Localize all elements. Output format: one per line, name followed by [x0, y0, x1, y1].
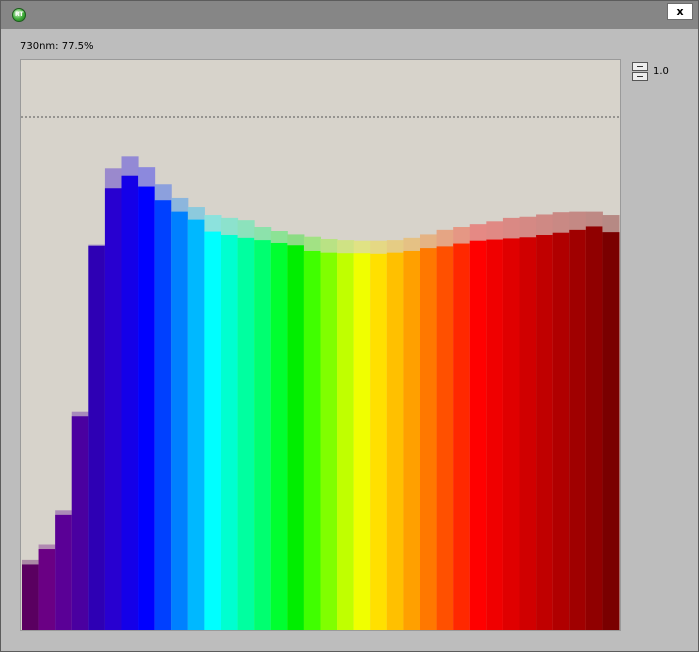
spectrum-bar-380nm[interactable]: [22, 564, 40, 630]
spectrum-bar-700nm[interactable]: [552, 232, 570, 630]
spectrum-bar-590nm[interactable]: [370, 253, 388, 630]
spectrum-chart: [21, 116, 620, 630]
spectrum-bar-540nm[interactable]: [287, 245, 305, 630]
spectrum-bar-530nm[interactable]: [270, 242, 288, 630]
app-icon-text: RT: [15, 11, 24, 18]
spectrum-bar-500nm[interactable]: [221, 234, 239, 630]
spectrum-bar-630nm[interactable]: [436, 246, 454, 630]
spectrum-bar-570nm[interactable]: [337, 253, 355, 630]
spectrum-bar-710nm[interactable]: [569, 229, 587, 630]
spectrum-bar-430nm[interactable]: [104, 188, 122, 630]
spectrum-bar-420nm[interactable]: [88, 245, 106, 630]
spectrum-bar-550nm[interactable]: [303, 250, 321, 630]
spectrum-bar-650nm[interactable]: [469, 240, 487, 630]
scale-down-button[interactable]: [632, 72, 648, 81]
spectrum-bar-400nm[interactable]: [55, 514, 73, 630]
spectrum-bar-470nm[interactable]: [171, 211, 189, 630]
spectrum-bar-440nm[interactable]: [121, 175, 139, 630]
wavelength-readout: 730nm: 77.5%: [20, 41, 94, 52]
spectrum-bar-510nm[interactable]: [237, 237, 255, 630]
spectrum-bar-480nm[interactable]: [187, 219, 205, 630]
scale-value-label: 1.0: [653, 66, 669, 77]
close-button[interactable]: x: [667, 3, 693, 20]
spectrum-bar-600nm[interactable]: [386, 252, 404, 630]
spectrum-bar-490nm[interactable]: [204, 231, 222, 630]
rt-app-icon: RT: [12, 8, 26, 22]
spectrum-bar-580nm[interactable]: [353, 253, 371, 630]
scale-up-button[interactable]: [632, 62, 648, 71]
spectrum-bar-520nm[interactable]: [254, 240, 272, 630]
spectrum-bar-410nm[interactable]: [71, 416, 89, 630]
spectrum-bar-450nm[interactable]: [138, 186, 156, 630]
spectrum-bar-390nm[interactable]: [38, 549, 56, 630]
spectrum-bar-730nm[interactable]: [602, 232, 620, 630]
spectrum-bar-460nm[interactable]: [154, 200, 172, 630]
spectrum-bar-560nm[interactable]: [320, 252, 338, 630]
window-client-area: 730nm: 77.5% 1.0: [10, 29, 690, 642]
spectrum-window: RT x 730nm: 77.5% 1.0: [0, 0, 699, 652]
spectrum-bar-610nm[interactable]: [403, 250, 421, 630]
spectrum-bar-720nm[interactable]: [585, 226, 603, 630]
scale-spinner[interactable]: [632, 62, 648, 82]
spectrum-plot[interactable]: [20, 59, 621, 631]
spectrum-bar-620nm[interactable]: [420, 248, 438, 630]
spectrum-bar-670nm[interactable]: [502, 238, 520, 630]
title-bar[interactable]: RT x: [1, 1, 698, 29]
spectrum-bar-660nm[interactable]: [486, 239, 504, 630]
spectrum-bar-680nm[interactable]: [519, 237, 537, 630]
spectrum-bar-640nm[interactable]: [453, 243, 471, 630]
spectrum-bar-690nm[interactable]: [536, 234, 554, 630]
